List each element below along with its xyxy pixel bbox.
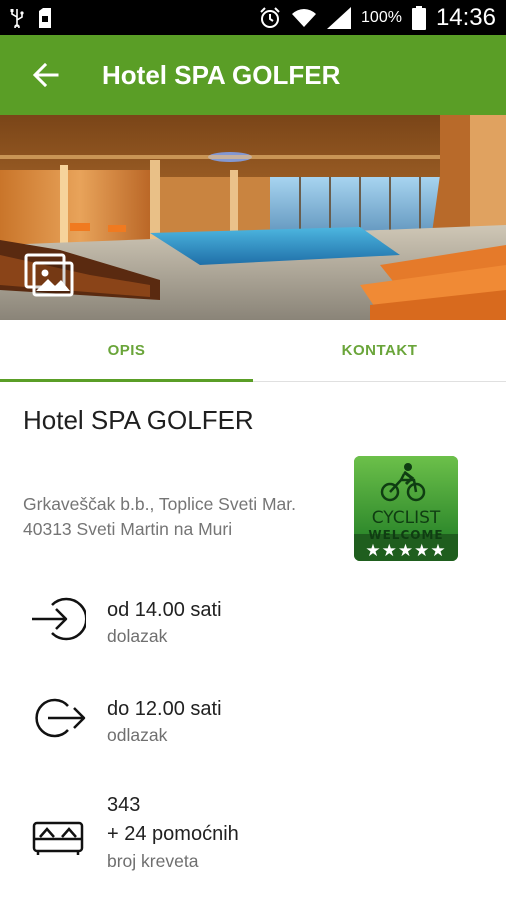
bed-icon	[32, 821, 84, 855]
battery-percent: 100%	[361, 8, 402, 26]
hotel-address: Grkaveščak b.b., Toplice Sveti Mar. 4031…	[23, 492, 343, 542]
battery-icon	[411, 5, 426, 30]
tab-bar: OPIS KONTAKT	[0, 320, 506, 382]
status-notifications	[10, 7, 52, 28]
sd-card-icon	[39, 7, 51, 28]
badge-title: CYCLIST	[371, 508, 441, 528]
gallery-button[interactable]	[24, 253, 76, 299]
alarm-icon	[260, 6, 280, 28]
hotel-photo[interactable]	[0, 115, 506, 320]
beds-label: broj kreveta	[107, 851, 199, 871]
status-bar: 100% 14:36	[0, 0, 506, 35]
beds-extra: + 24 pomoćnih	[107, 823, 239, 845]
app-bar: Hotel SPA GOLFER	[0, 35, 506, 115]
logout-icon	[35, 698, 86, 738]
beds-count: 343	[107, 794, 141, 816]
badge-subtitle: WELCOME	[368, 528, 444, 542]
tab-kontakt[interactable]: KONTAKT	[253, 320, 506, 381]
usb-icon	[10, 8, 24, 28]
hotel-name: Hotel SPA GOLFER	[23, 405, 254, 435]
arrow-back-icon	[33, 63, 59, 87]
app-bar-title: Hotel SPA GOLFER	[102, 59, 341, 90]
address-line-1: Grkaveščak b.b., Toplice Sveti Mar.	[23, 494, 296, 514]
gallery-icon	[24, 253, 74, 297]
badge-stars: ★★★★★	[365, 541, 447, 560]
status-system: 100% 14:36	[259, 4, 496, 32]
tab-opis[interactable]: OPIS	[0, 320, 253, 382]
login-icon	[32, 597, 86, 641]
checkout-time: do 12.00 sati	[107, 698, 222, 720]
checkout-label: odlazak	[107, 725, 168, 745]
address-line-2: 40313 Sveti Martin na Muri	[23, 519, 233, 539]
checkin-time: od 14.00 sati	[107, 599, 222, 621]
signal-icon	[327, 6, 352, 29]
clock: 14:36	[435, 3, 496, 31]
back-button[interactable]	[16, 45, 76, 105]
wifi-icon	[292, 8, 317, 27]
checkin-label: dolazak	[107, 626, 168, 646]
